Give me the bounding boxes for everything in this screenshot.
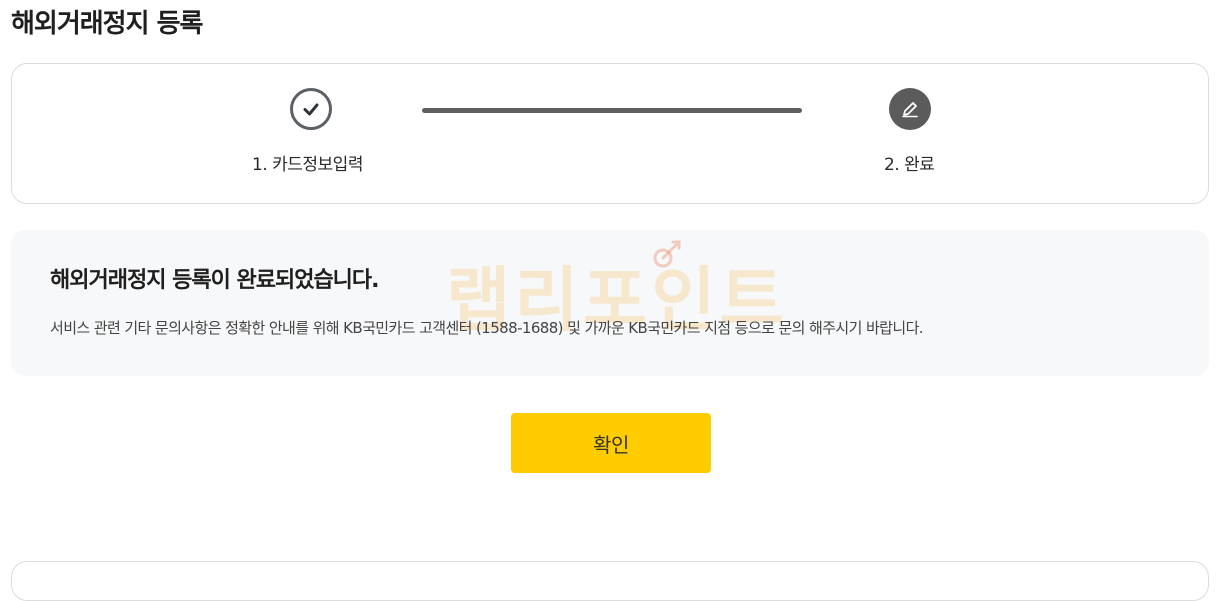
step-label-card-info: 1. 카드정보입력 <box>252 155 363 175</box>
progress-stepper: 1. 카드정보입력 2. 완료 <box>11 63 1209 204</box>
page-title: 해외거래정지 등록 <box>11 9 203 39</box>
pencil-icon <box>889 88 931 130</box>
completion-description: 서비스 관련 기타 문의사항은 정확한 안내를 위해 KB국민카드 고객센터 (… <box>50 319 924 337</box>
completion-heading: 해외거래정지 등록이 완료되었습니다. <box>50 268 380 293</box>
step-connector-line <box>422 108 802 113</box>
step-label-complete: 2. 완료 <box>884 155 935 175</box>
bottom-panel <box>11 561 1209 601</box>
confirm-button[interactable]: 확인 <box>511 413 711 473</box>
watermark-arrow-icon <box>653 240 681 268</box>
completion-message-panel: 랩리포인트 해외거래정지 등록이 완료되었습니다. 서비스 관련 기타 문의사항… <box>11 230 1209 376</box>
check-icon <box>290 88 332 130</box>
